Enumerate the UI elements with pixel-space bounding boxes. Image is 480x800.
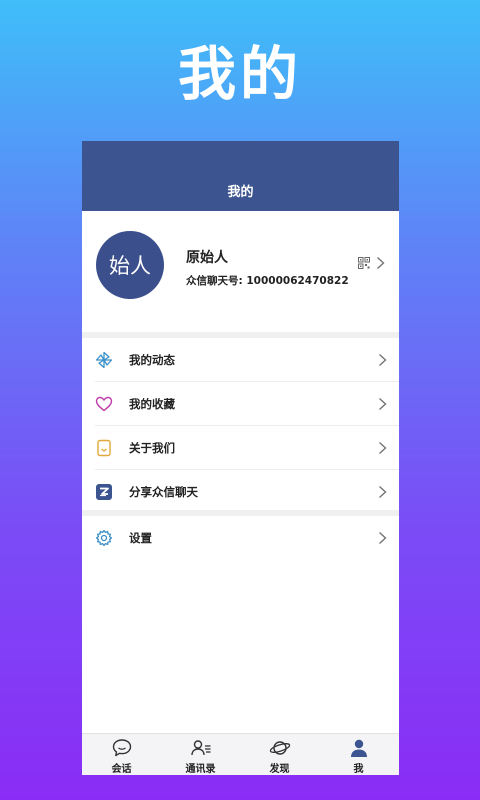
tab-label: 发现 [269,764,290,775]
tab-label: 我 [353,764,364,775]
profile-name: 原始人 [186,250,228,266]
menu-item-label: 设置 [129,531,152,545]
tab-chats[interactable]: 会话 [82,734,161,775]
chevron-right-icon [377,256,385,270]
planet-icon [269,741,291,755]
profile-card[interactable]: 始人 原始人 众信聊天号: 10000062470822 [82,211,399,332]
avatar[interactable]: 始人 [96,231,164,299]
chevron-right-icon [379,441,387,455]
menu-item-label: 分享众信聊天 [129,485,198,499]
chat-bubble-icon [112,739,132,757]
tab-label: 通讯录 [185,764,216,775]
menu-item-my-moments[interactable]: 我的动态 [82,338,399,382]
top-header: 我的 [82,141,399,211]
share-logo-icon [96,484,112,500]
chevron-right-icon [379,531,387,545]
heart-icon [95,396,113,412]
chevron-right-icon [379,397,387,411]
bookmark-icon [97,439,111,457]
menu-item-label: 我的收藏 [129,397,175,411]
tab-me[interactable]: 我 [319,734,398,775]
menu-item-about-us[interactable]: 关于我们 [82,426,399,470]
profile-account-id: 众信聊天号: 10000062470822 [186,275,349,287]
phone-screen: 我的 始人 原始人 众信聊天号: 10000062470822 我的动态 我的收… [82,141,399,775]
menu-item-label: 我的动态 [129,353,175,367]
menu-item-settings[interactable]: 设置 [82,516,399,560]
page-title: 我的 [227,185,254,200]
pinwheel-icon [95,351,113,369]
chevron-right-icon [379,353,387,367]
chevron-right-icon [379,485,387,499]
qr-code-icon[interactable] [358,257,370,269]
contacts-icon [191,740,211,756]
tab-discover[interactable]: 发现 [240,734,319,775]
tab-contacts[interactable]: 通讯录 [161,734,240,775]
gear-icon [95,529,113,547]
menu-item-share-app[interactable]: 分享众信聊天 [82,470,399,514]
menu-item-my-favorites[interactable]: 我的收藏 [82,382,399,426]
menu-item-label: 关于我们 [129,441,175,455]
tab-label: 会话 [111,764,132,775]
promo-title: 我的 [177,40,302,108]
person-icon [351,739,367,757]
bottom-tab-bar: 会话 通讯录 发现 我 [82,733,399,775]
